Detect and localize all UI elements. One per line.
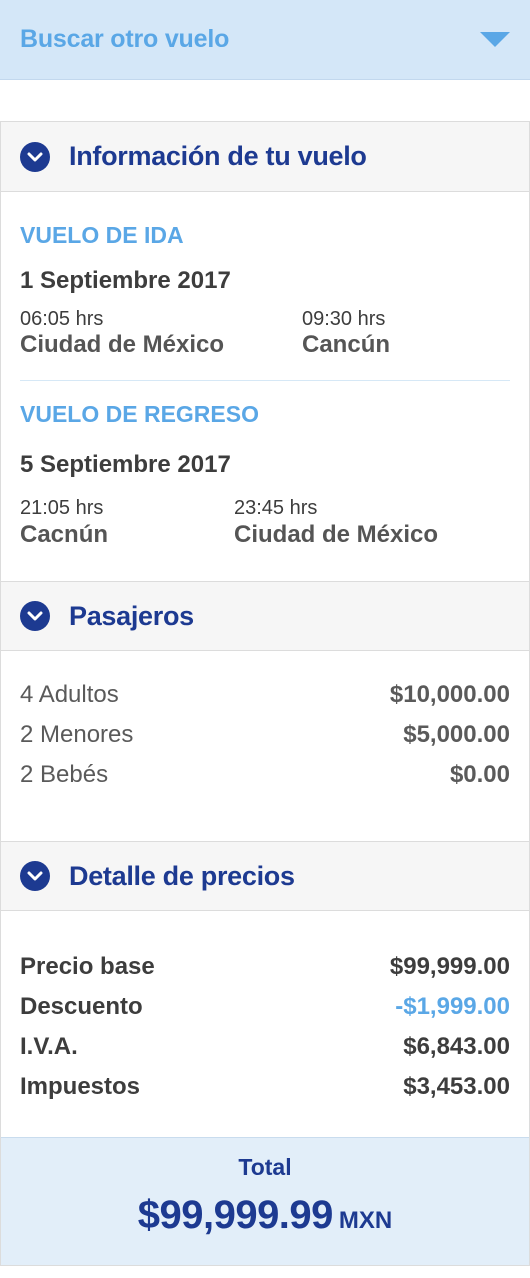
outbound-flight-label: VUELO DE IDA: [20, 222, 184, 248]
flight-info-header[interactable]: Información de tu vuelo: [1, 122, 529, 192]
passenger-amount: $0.00: [449, 761, 510, 788]
outbound-depart-city: Ciudad de México: [20, 331, 225, 358]
total-label: Total: [238, 1154, 292, 1180]
price-amount: $6,843.00: [403, 1033, 510, 1060]
chevron-down-icon: [20, 861, 50, 891]
price-label: Precio base: [20, 953, 155, 980]
passenger-label: 2 Menores: [20, 721, 134, 748]
passengers-header[interactable]: Pasajeros: [1, 581, 529, 651]
chevron-down-icon: [20, 141, 50, 172]
return-depart-time: 21:05 hrs: [20, 497, 104, 519]
total-value: $99,999.99: [137, 1193, 334, 1237]
total-currency: MXN: [338, 1207, 393, 1234]
total-amount: $99,999.99 MXN: [1, 1193, 529, 1238]
passengers-title: Pasajeros: [69, 600, 194, 631]
return-flight-date: 5 Septiembre 2017: [20, 451, 231, 478]
flight-info-title: Información de tu vuelo: [69, 141, 367, 171]
booking-summary-card: Información de tu vuelo VUELO DE IDA 1 S…: [0, 121, 530, 1266]
price-label: Impuestos: [20, 1073, 141, 1100]
outbound-depart-time: 06:05 hrs: [20, 308, 104, 330]
price-label: I.V.A.: [20, 1033, 78, 1060]
chevron-down-icon: [20, 601, 50, 631]
price-detail-title: Detalle de precios: [69, 860, 295, 891]
search-other-flight-dropdown[interactable]: Buscar otro vuelo: [0, 0, 530, 80]
price-detail-header[interactable]: Detalle de precios: [1, 841, 529, 911]
flight-divider: [20, 380, 510, 381]
outbound-arrive-city: Cancún: [302, 331, 391, 358]
passenger-row: 2 Menores $5,000.00: [20, 721, 510, 749]
return-depart-city: Cacnún: [20, 521, 109, 548]
return-flight-label: VUELO DE REGRESO: [20, 401, 259, 427]
caret-down-icon: [480, 32, 510, 47]
outbound-arrive-time: 09:30 hrs: [302, 308, 386, 330]
price-amount: $99,999.00: [389, 953, 510, 980]
passenger-row: 4 Adultos $10,000.00: [20, 681, 510, 709]
search-other-flight-label: Buscar otro vuelo: [20, 25, 230, 53]
price-row: Descuento -$1,999.00: [20, 993, 510, 1021]
return-arrive-time: 23:45 hrs: [234, 497, 318, 519]
discount-amount: -$1,999.00: [395, 993, 510, 1020]
total-panel: Total $99,999.99 MXN: [1, 1137, 529, 1265]
passenger-label: 4 Adultos: [20, 681, 119, 708]
price-row: I.V.A. $6,843.00: [20, 1033, 510, 1061]
outbound-flight-date: 1 Septiembre 2017: [20, 267, 231, 294]
passenger-amount: $5,000.00: [403, 721, 510, 748]
price-row: Precio base $99,999.00: [20, 953, 510, 981]
price-row: Impuestos $3,453.00: [20, 1073, 510, 1101]
passenger-row: 2 Bebés $0.00: [20, 761, 510, 789]
price-amount: $3,453.00: [403, 1073, 510, 1100]
return-arrive-city: Ciudad de México: [234, 521, 439, 548]
passenger-label: 2 Bebés: [20, 761, 109, 788]
passenger-amount: $10,000.00: [389, 681, 510, 708]
price-label: Descuento: [20, 993, 143, 1020]
